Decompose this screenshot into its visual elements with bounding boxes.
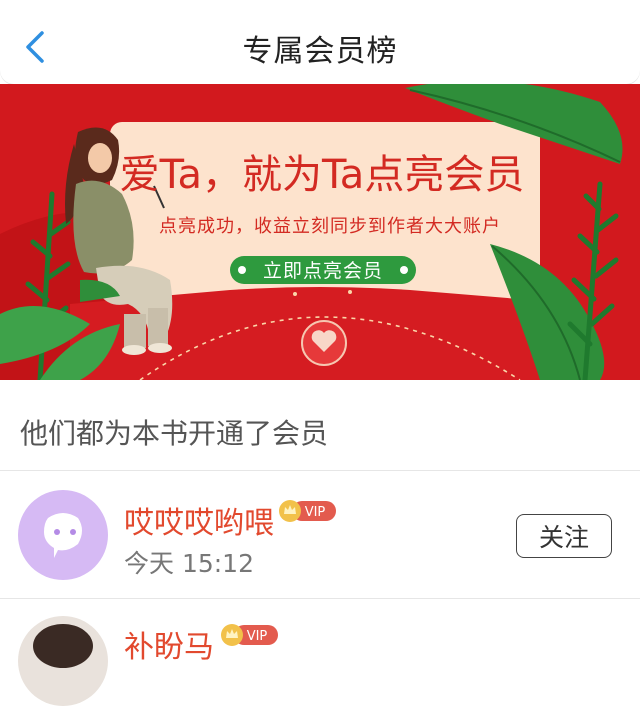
divider — [0, 470, 640, 471]
banner-subtext: 点亮成功，收益立刻同步到作者大大账户 — [159, 216, 501, 237]
page-title: 专属会员榜 — [242, 34, 398, 69]
vip-badge-icon: VIP — [221, 624, 278, 646]
top-nav-bar: 专属会员榜 — [0, 0, 640, 84]
member-name[interactable]: 补盼马 — [124, 622, 214, 666]
svg-text:VIP: VIP — [247, 629, 268, 644]
vip-badge-icon: VIP — [279, 500, 336, 522]
member-time: 今天 15:12 — [124, 549, 254, 578]
member-name[interactable]: 哎哎哎哟喂 — [124, 498, 274, 542]
svg-text:VIP: VIP — [305, 505, 326, 520]
heart-seal-icon — [301, 320, 347, 366]
member-row[interactable]: 补盼马 VIP — [0, 600, 640, 728]
cta-button-label[interactable]: 立即点亮会员 — [263, 260, 383, 282]
avatar[interactable] — [18, 616, 108, 706]
member-row[interactable]: 哎哎哎哟喂 VIP 今天 15:12 关注 — [0, 472, 640, 600]
divider — [0, 598, 640, 599]
banner-headline: 爱Ta，就为Ta点亮会员 — [120, 152, 525, 198]
banner-artwork: 爱Ta，就为Ta点亮会员 点亮成功，收益立刻同步到作者大大账户 立即点亮会员 — [0, 84, 640, 380]
chat-bubble-avatar-icon — [18, 490, 108, 580]
avatar-photo — [18, 616, 108, 706]
follow-button[interactable]: 关注 — [516, 514, 612, 558]
avatar[interactable] — [18, 490, 108, 580]
section-title: 他们都为本书开通了会员 — [20, 417, 329, 450]
promo-banner[interactable]: 爱Ta，就为Ta点亮会员 点亮成功，收益立刻同步到作者大大账户 立即点亮会员 — [0, 84, 640, 380]
